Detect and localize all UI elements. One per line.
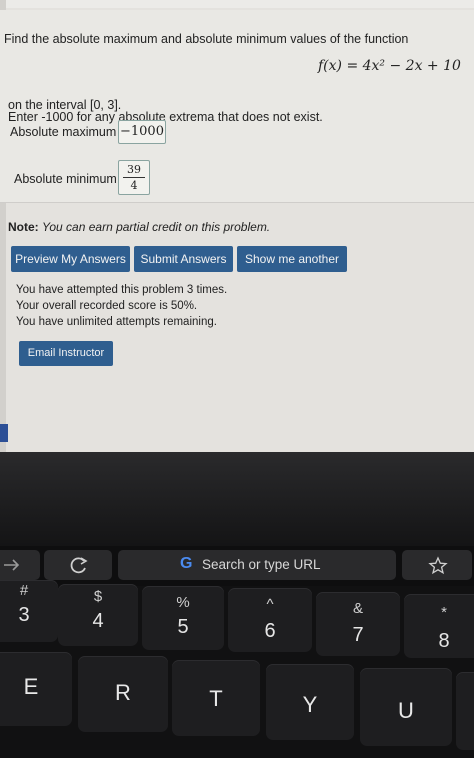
note-prefix: Note: bbox=[8, 220, 39, 234]
google-icon: G bbox=[180, 555, 193, 572]
search-url-placeholder: Search or type URL bbox=[202, 557, 321, 572]
fraction-numerator: 39 bbox=[123, 163, 145, 178]
absolute-maximum-input[interactable]: −1000 bbox=[118, 120, 166, 144]
absolute-minimum-label: Absolute minimum = bbox=[14, 172, 128, 186]
problem-prompt: Find the absolute maximum and absolute m… bbox=[4, 32, 409, 46]
key-y[interactable]: Y bbox=[266, 664, 354, 740]
star-icon bbox=[428, 556, 448, 575]
key-4[interactable]: $ 4 bbox=[58, 584, 138, 646]
url-search-key[interactable]: G Search or type URL bbox=[118, 550, 396, 580]
key-3-number: 3 bbox=[18, 604, 30, 626]
key-5-symbol: % bbox=[176, 594, 190, 611]
key-8[interactable]: * 8 bbox=[404, 594, 474, 658]
key-r[interactable]: R bbox=[78, 656, 168, 732]
absolute-minimum-input[interactable]: 39 4 bbox=[118, 160, 150, 195]
reload-key[interactable] bbox=[44, 550, 112, 580]
show-another-button[interactable]: Show me another bbox=[237, 246, 347, 272]
function-formula: f(x) = 4x² − 2x + 10 bbox=[318, 58, 461, 74]
key-7[interactable]: & 7 bbox=[316, 592, 400, 656]
key-3-symbol: # bbox=[19, 582, 29, 599]
key-5-number: 5 bbox=[177, 616, 189, 638]
laptop-bezel bbox=[0, 452, 474, 546]
browser-screen: Find the absolute maximum and absolute m… bbox=[0, 0, 474, 452]
attempts-status: You have attempted this problem 3 times. bbox=[16, 284, 228, 296]
page-top-edge bbox=[0, 0, 474, 8]
key-t-label: T bbox=[209, 686, 223, 711]
key-u[interactable]: U bbox=[360, 668, 452, 746]
key-6[interactable]: ^ 6 bbox=[228, 588, 312, 652]
key-4-symbol: $ bbox=[93, 588, 103, 605]
touch-bar: G Search or type URL bbox=[0, 546, 474, 586]
side-tab bbox=[0, 424, 8, 442]
note-text: You can earn partial credit on this prob… bbox=[42, 220, 271, 234]
key-3[interactable]: # 3 bbox=[0, 580, 58, 642]
key-partial-right[interactable] bbox=[456, 672, 474, 750]
key-6-number: 6 bbox=[264, 620, 276, 642]
key-8-number: 8 bbox=[438, 630, 450, 652]
fraction-denominator: 4 bbox=[130, 179, 138, 192]
keyboard: # 3 $ 4 % 5 ^ 6 & 7 * 8 E R T Y U bbox=[0, 580, 474, 758]
remaining-status: You have unlimited attempts remaining. bbox=[16, 316, 217, 328]
key-u-label: U bbox=[398, 698, 414, 723]
key-5[interactable]: % 5 bbox=[142, 586, 224, 650]
score-status: Your overall recorded score is 50%. bbox=[16, 300, 198, 312]
key-8-symbol: * bbox=[441, 604, 447, 621]
key-7-symbol: & bbox=[352, 600, 363, 617]
key-t[interactable]: T bbox=[172, 660, 260, 736]
reload-icon bbox=[70, 557, 88, 574]
bookmark-key[interactable] bbox=[402, 550, 472, 580]
email-instructor-button[interactable]: Email Instructor bbox=[19, 341, 113, 366]
problem-panel: Find the absolute maximum and absolute m… bbox=[0, 10, 474, 203]
key-6-symbol: ^ bbox=[266, 596, 274, 613]
submit-answers-button[interactable]: Submit Answers bbox=[134, 246, 233, 272]
absolute-maximum-value: −1000 bbox=[120, 124, 164, 139]
partial-credit-note: Note: You can earn partial credit on thi… bbox=[8, 220, 270, 234]
arrow-right-icon bbox=[4, 559, 20, 571]
key-e-label: E bbox=[23, 674, 39, 699]
key-7-number: 7 bbox=[352, 624, 364, 646]
absolute-minimum-fraction: 39 4 bbox=[119, 163, 149, 192]
preview-answers-button[interactable]: Preview My Answers bbox=[11, 246, 130, 272]
key-e[interactable]: E bbox=[0, 652, 72, 726]
absolute-maximum-label: Absolute maximum = bbox=[10, 125, 128, 139]
forward-key[interactable] bbox=[0, 550, 40, 580]
key-4-number: 4 bbox=[92, 610, 104, 632]
key-r-label: R bbox=[115, 680, 131, 705]
key-y-label: Y bbox=[302, 692, 318, 717]
